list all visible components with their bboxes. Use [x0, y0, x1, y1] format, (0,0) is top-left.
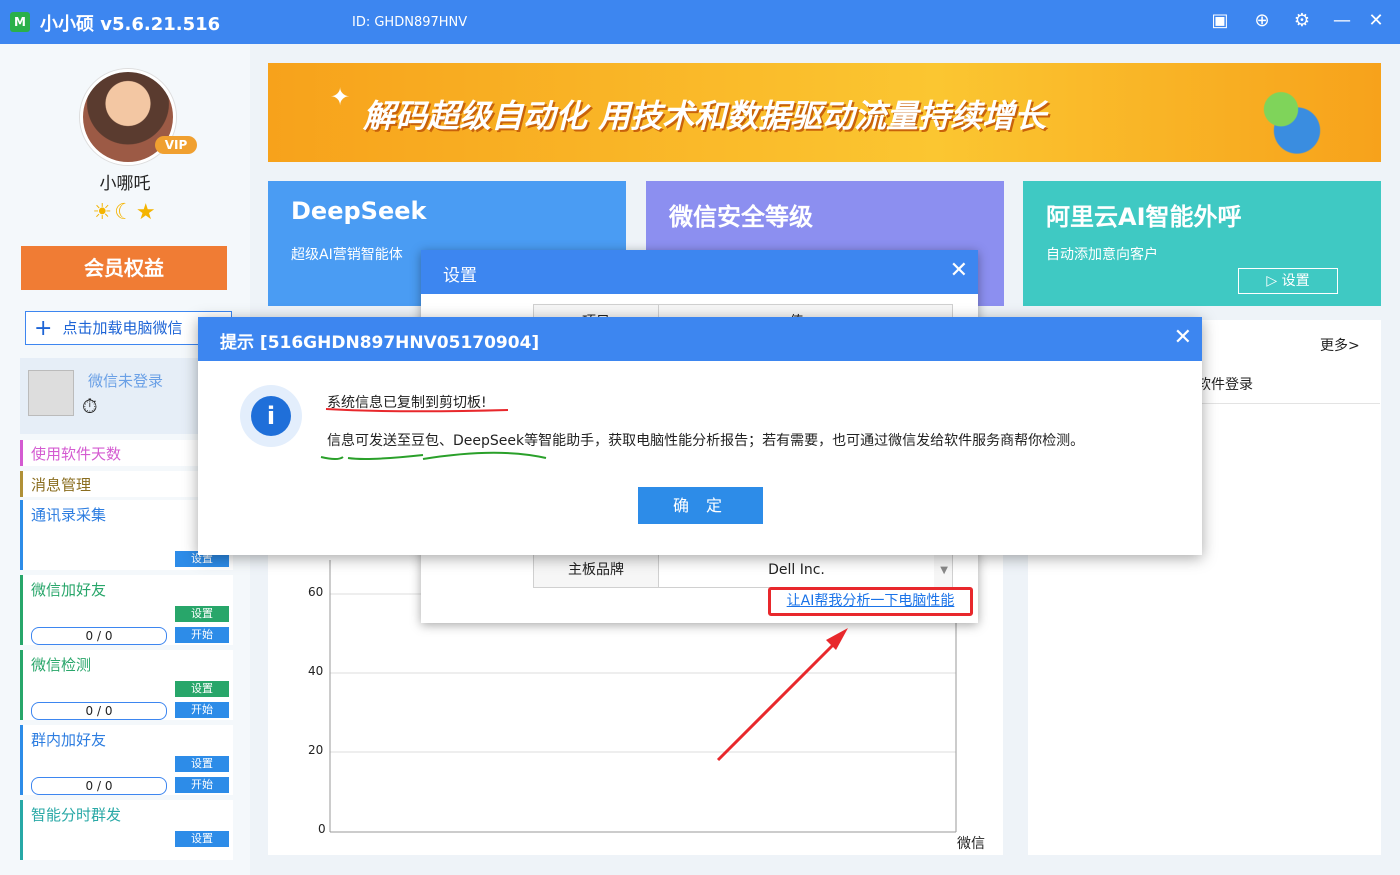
tip-dialog: 提示 [516GHDN897HNV05170904] ✕ i 系统信息已复制到剪…: [198, 317, 1202, 555]
ok-button[interactable]: 确 定: [638, 487, 763, 524]
